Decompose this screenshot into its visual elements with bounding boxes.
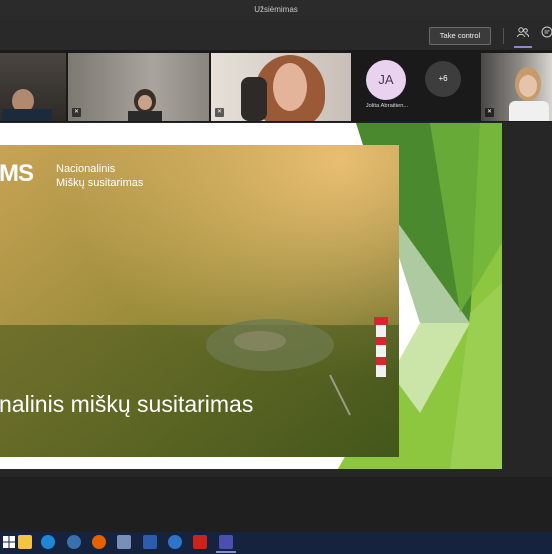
save-icon[interactable] — [117, 535, 131, 549]
more-participants-button[interactable]: +6 — [425, 61, 461, 97]
start-icon[interactable] — [2, 535, 16, 549]
onedrive-icon[interactable] — [168, 535, 182, 549]
toolbar-divider — [503, 28, 504, 44]
title-bar: Užsiėmimas — [0, 0, 552, 20]
slide-title: nalinis miškų susitarimas — [0, 391, 254, 417]
logo-text-line2: Miškų susitarimas — [56, 177, 144, 189]
active-app-indicator — [216, 551, 236, 553]
edge-icon[interactable] — [41, 535, 55, 549]
settings-icon[interactable] — [67, 535, 81, 549]
mic-off-icon: ✕ — [215, 108, 224, 117]
participant-video-3[interactable]: ✕ — [211, 53, 351, 121]
participant-video-2[interactable]: ✕ — [68, 53, 209, 121]
take-control-button[interactable]: Take control — [429, 27, 491, 45]
teams-icon[interactable] — [219, 535, 233, 549]
firefox-icon[interactable] — [92, 535, 106, 549]
pdf-icon[interactable] — [193, 535, 207, 549]
window-title: Užsiėmimas — [254, 5, 298, 14]
logo-text-line1: Nacionalinis — [56, 163, 116, 175]
participant-video-4[interactable]: ✕ — [481, 53, 552, 121]
chat-icon[interactable] — [538, 26, 552, 44]
mic-off-icon: ✕ — [485, 108, 494, 117]
participant-video-1[interactable] — [0, 53, 66, 121]
avatar[interactable]: JA — [366, 60, 406, 100]
logo-mark: MS — [0, 160, 34, 187]
people-icon[interactable] — [514, 26, 532, 44]
avatar-name: Jolita Abraitien... — [365, 103, 409, 109]
mic-off-icon: ✕ — [72, 108, 81, 117]
participants-active-indicator — [514, 46, 532, 48]
file-explorer-icon[interactable] — [18, 535, 32, 549]
word-icon[interactable] — [143, 535, 157, 549]
taskbar — [0, 532, 552, 554]
